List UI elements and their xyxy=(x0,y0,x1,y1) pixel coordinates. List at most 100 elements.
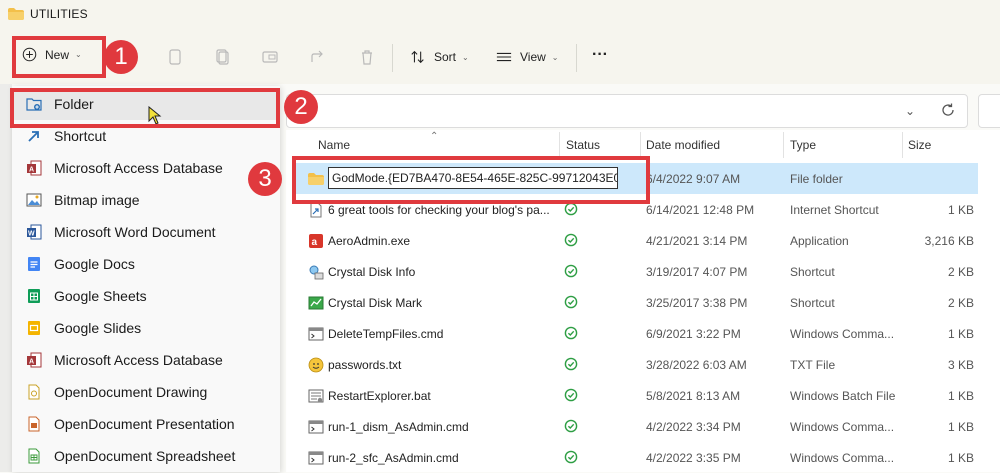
crystal-disk-info-icon xyxy=(308,264,324,280)
new-menu-item[interactable]: Google Docs xyxy=(12,248,280,280)
cut-icon[interactable] xyxy=(166,48,184,66)
new-menu-item[interactable]: A Microsoft Access Database xyxy=(12,152,280,184)
cmd-file-icon xyxy=(308,419,324,435)
file-row[interactable]: Crystal Disk Mark 3/25/2017 3:38 PM Shortc… xyxy=(294,287,978,318)
new-menu-item-label: Google Sheets xyxy=(54,288,147,304)
column-header-size[interactable]: Size xyxy=(908,138,931,152)
google-slides-icon xyxy=(26,320,42,336)
file-row[interactable]: a AeroAdmin.exe 4/21/2021 3:14 PM Applicati… xyxy=(294,225,978,256)
file-date: 3/28/2022 6:03 AM xyxy=(646,358,747,372)
file-date: 6/4/2022 9:07 AM xyxy=(646,172,741,186)
file-name: RestartExplorer.bat xyxy=(328,389,431,403)
paste-icon[interactable] xyxy=(261,48,279,66)
new-menu-item[interactable]: A Microsoft Access Database xyxy=(12,344,280,376)
ods-icon xyxy=(26,448,42,464)
new-menu-item-label: Bitmap image xyxy=(54,192,140,208)
new-menu-item[interactable]: OpenDocument Presentation xyxy=(12,408,280,440)
new-menu-item-label: OpenDocument Drawing xyxy=(54,384,208,400)
txt-file-icon xyxy=(308,357,324,373)
file-name: run-1_dism_AsAdmin.cmd xyxy=(328,420,469,434)
file-type: File folder xyxy=(790,172,843,186)
new-menu-item[interactable]: Bitmap image xyxy=(12,184,280,216)
copy-icon[interactable] xyxy=(214,48,232,66)
file-date: 4/2/2022 3:34 PM xyxy=(646,420,741,434)
new-menu-item-label: Shortcut xyxy=(54,128,107,144)
search-box[interactable] xyxy=(978,94,1000,128)
column-header-type[interactable]: Type xyxy=(790,138,816,152)
file-name: AeroAdmin.exe xyxy=(328,234,411,248)
file-row[interactable]: run-2_sfc_AsAdmin.cmd 4/2/2022 3:35 PM Win… xyxy=(294,442,978,473)
folder-icon xyxy=(8,8,24,20)
new-menu-item[interactable]: W Microsoft Word Document xyxy=(12,216,280,248)
file-type: Windows Comma... xyxy=(790,451,895,465)
view-icon xyxy=(496,52,512,62)
shortcut-arrow-icon xyxy=(26,128,42,144)
bitmap-icon xyxy=(26,192,42,208)
file-size: 1 KB xyxy=(947,420,974,434)
file-type: Application xyxy=(790,234,849,248)
refresh-icon[interactable] xyxy=(940,102,956,118)
toolbar-divider xyxy=(576,44,577,72)
sort-icon xyxy=(411,50,424,64)
column-divider xyxy=(783,132,784,158)
word-icon: W xyxy=(26,224,42,240)
view-button[interactable]: View ⌄ xyxy=(496,49,559,65)
file-size: 2 KB xyxy=(947,296,974,310)
navigation-pane xyxy=(0,84,12,472)
sync-status-check-icon xyxy=(564,326,578,340)
new-menu-item-label: Microsoft Word Document xyxy=(54,224,216,240)
new-menu: Folder Shortcut A Microsoft Access Database… xyxy=(12,86,280,472)
file-date: 4/2/2022 3:35 PM xyxy=(646,451,741,465)
new-menu-item-label: Google Docs xyxy=(54,256,135,272)
command-bar: New ⌄ Sort ⌄ View ⌄ ··· xyxy=(0,30,1000,84)
file-type: Shortcut xyxy=(790,265,835,279)
svg-text:a: a xyxy=(312,237,318,248)
sync-status-check-icon xyxy=(564,295,578,309)
bat-file-icon xyxy=(308,388,324,404)
view-label: View xyxy=(520,50,546,64)
new-menu-item[interactable]: Google Slides xyxy=(12,312,280,344)
file-size: 3 KB xyxy=(947,358,974,372)
column-header-name[interactable]: Name xyxy=(318,138,350,152)
new-menu-item[interactable]: OpenDocument Spreadsheet xyxy=(12,440,280,472)
callout-badge: 1 xyxy=(104,40,138,74)
file-size: 1 KB xyxy=(947,389,974,403)
file-row[interactable]: RestartExplorer.bat 5/8/2021 8:13 AM Windo… xyxy=(294,380,978,411)
sort-button[interactable]: Sort ⌄ xyxy=(410,49,469,65)
column-header-date[interactable]: Date modified xyxy=(646,138,720,152)
file-type: Internet Shortcut xyxy=(790,203,879,217)
file-row[interactable]: DeleteTempFiles.cmd 6/9/2021 3:22 PM Windo… xyxy=(294,318,978,349)
sort-label: Sort xyxy=(434,50,457,64)
sort-arrow-icon: ⌃ xyxy=(430,131,439,142)
column-divider xyxy=(559,132,560,158)
new-menu-item-label: Google Slides xyxy=(54,320,142,336)
file-size: 1 KB xyxy=(947,451,974,465)
share-icon[interactable] xyxy=(309,48,327,66)
more-options-button[interactable]: ··· xyxy=(592,46,608,64)
sync-status-check-icon xyxy=(564,357,578,371)
chevron-down-icon: ⌄ xyxy=(462,52,469,62)
delete-icon[interactable] xyxy=(358,48,376,66)
new-menu-item[interactable]: Google Sheets xyxy=(12,280,280,312)
new-menu-item-label: OpenDocument Spreadsheet xyxy=(54,448,236,464)
chevron-down-icon[interactable]: ⌄ xyxy=(905,104,915,118)
column-header-status[interactable]: Status xyxy=(566,138,600,152)
cmd-file-icon xyxy=(308,450,324,466)
new-menu-item[interactable]: OpenDocument Drawing xyxy=(12,376,280,408)
file-row[interactable]: run-1_dism_AsAdmin.cmd 4/2/2022 3:34 PM Wi… xyxy=(294,411,978,442)
file-size: 1 KB xyxy=(947,203,974,217)
file-date: 3/25/2017 3:38 PM xyxy=(646,296,748,310)
file-name: Crystal Disk Info xyxy=(328,265,416,279)
file-name: run-2_sfc_AsAdmin.cmd xyxy=(328,451,459,465)
callout-box-new xyxy=(12,36,106,78)
sync-status-check-icon xyxy=(564,419,578,433)
file-type: Windows Comma... xyxy=(790,327,895,341)
file-size: 3,216 KB xyxy=(924,234,974,248)
file-date: 4/21/2021 3:14 PM xyxy=(646,234,748,248)
sync-status-check-icon xyxy=(564,233,578,247)
google-sheets-icon xyxy=(26,288,42,304)
address-bar[interactable] xyxy=(286,94,968,128)
more-label: ··· xyxy=(592,46,608,63)
file-row[interactable]: passwords.txt 3/28/2022 6:03 AM TXT File 3 … xyxy=(294,349,978,380)
file-row[interactable]: Crystal Disk Info 3/19/2017 4:07 PM Shortc… xyxy=(294,256,978,287)
